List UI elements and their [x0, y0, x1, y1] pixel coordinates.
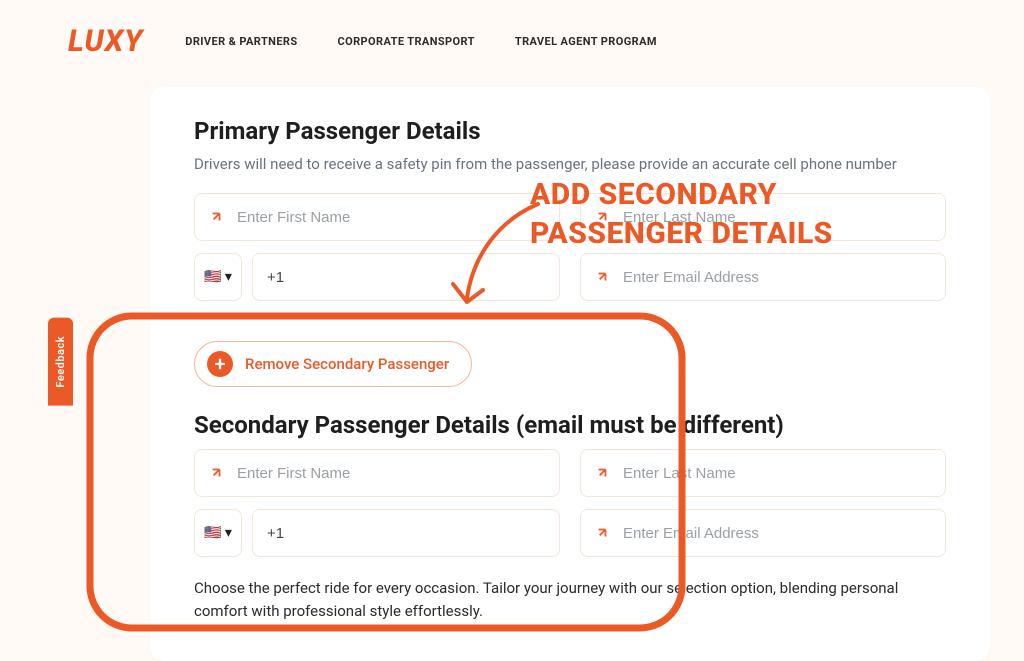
input-arrow-icon [207, 208, 225, 226]
plus-icon: + [207, 351, 233, 377]
primary-last-name-field[interactable] [580, 193, 946, 241]
primary-email-input[interactable] [621, 268, 933, 287]
secondary-first-name-field[interactable] [194, 449, 560, 497]
passenger-form-card: Primary Passenger Details Drivers will n… [150, 87, 990, 661]
secondary-phone-field[interactable] [252, 509, 560, 557]
secondary-first-name-input[interactable] [235, 464, 547, 483]
primary-phone-input[interactable] [265, 268, 547, 287]
secondary-email-field[interactable] [580, 509, 946, 557]
primary-subtitle: Drivers will need to receive a safety pi… [194, 155, 946, 173]
primary-title: Primary Passenger Details [194, 117, 946, 145]
input-arrow-icon [593, 208, 611, 226]
nav: DRIVER & PARTNERS CORPORATE TRANSPORT TR… [185, 35, 657, 48]
secondary-last-name-input[interactable] [621, 464, 933, 483]
input-arrow-icon [593, 464, 611, 482]
input-arrow-icon [593, 524, 611, 542]
input-arrow-icon [207, 464, 225, 482]
secondary-email-input[interactable] [621, 524, 933, 543]
secondary-title: Secondary Passenger Details (email must … [194, 411, 946, 439]
remove-secondary-button[interactable]: + Remove Secondary Passenger [194, 341, 472, 387]
primary-country-select[interactable]: 🇺🇸 ▾ [194, 253, 242, 301]
primary-last-name-input[interactable] [621, 208, 933, 227]
secondary-phone-input[interactable] [265, 524, 547, 543]
header: LUXY DRIVER & PARTNERS CORPORATE TRANSPO… [0, 0, 1024, 71]
nav-travel-agent-program[interactable]: TRAVEL AGENT PROGRAM [515, 35, 657, 48]
primary-first-name-input[interactable] [235, 208, 547, 227]
nav-corporate-transport[interactable]: CORPORATE TRANSPORT [338, 35, 475, 48]
secondary-country-select[interactable]: 🇺🇸 ▾ [194, 509, 242, 557]
input-arrow-icon [593, 268, 611, 286]
primary-phone-field[interactable] [252, 253, 560, 301]
feedback-tab[interactable]: Feedback [48, 318, 73, 406]
primary-email-field[interactable] [580, 253, 946, 301]
footnote: Choose the perfect ride for every occasi… [194, 577, 946, 622]
nav-driver-partners[interactable]: DRIVER & PARTNERS [185, 35, 297, 48]
logo: LUXY [68, 24, 143, 59]
remove-secondary-label: Remove Secondary Passenger [245, 355, 449, 373]
secondary-last-name-field[interactable] [580, 449, 946, 497]
primary-first-name-field[interactable] [194, 193, 560, 241]
